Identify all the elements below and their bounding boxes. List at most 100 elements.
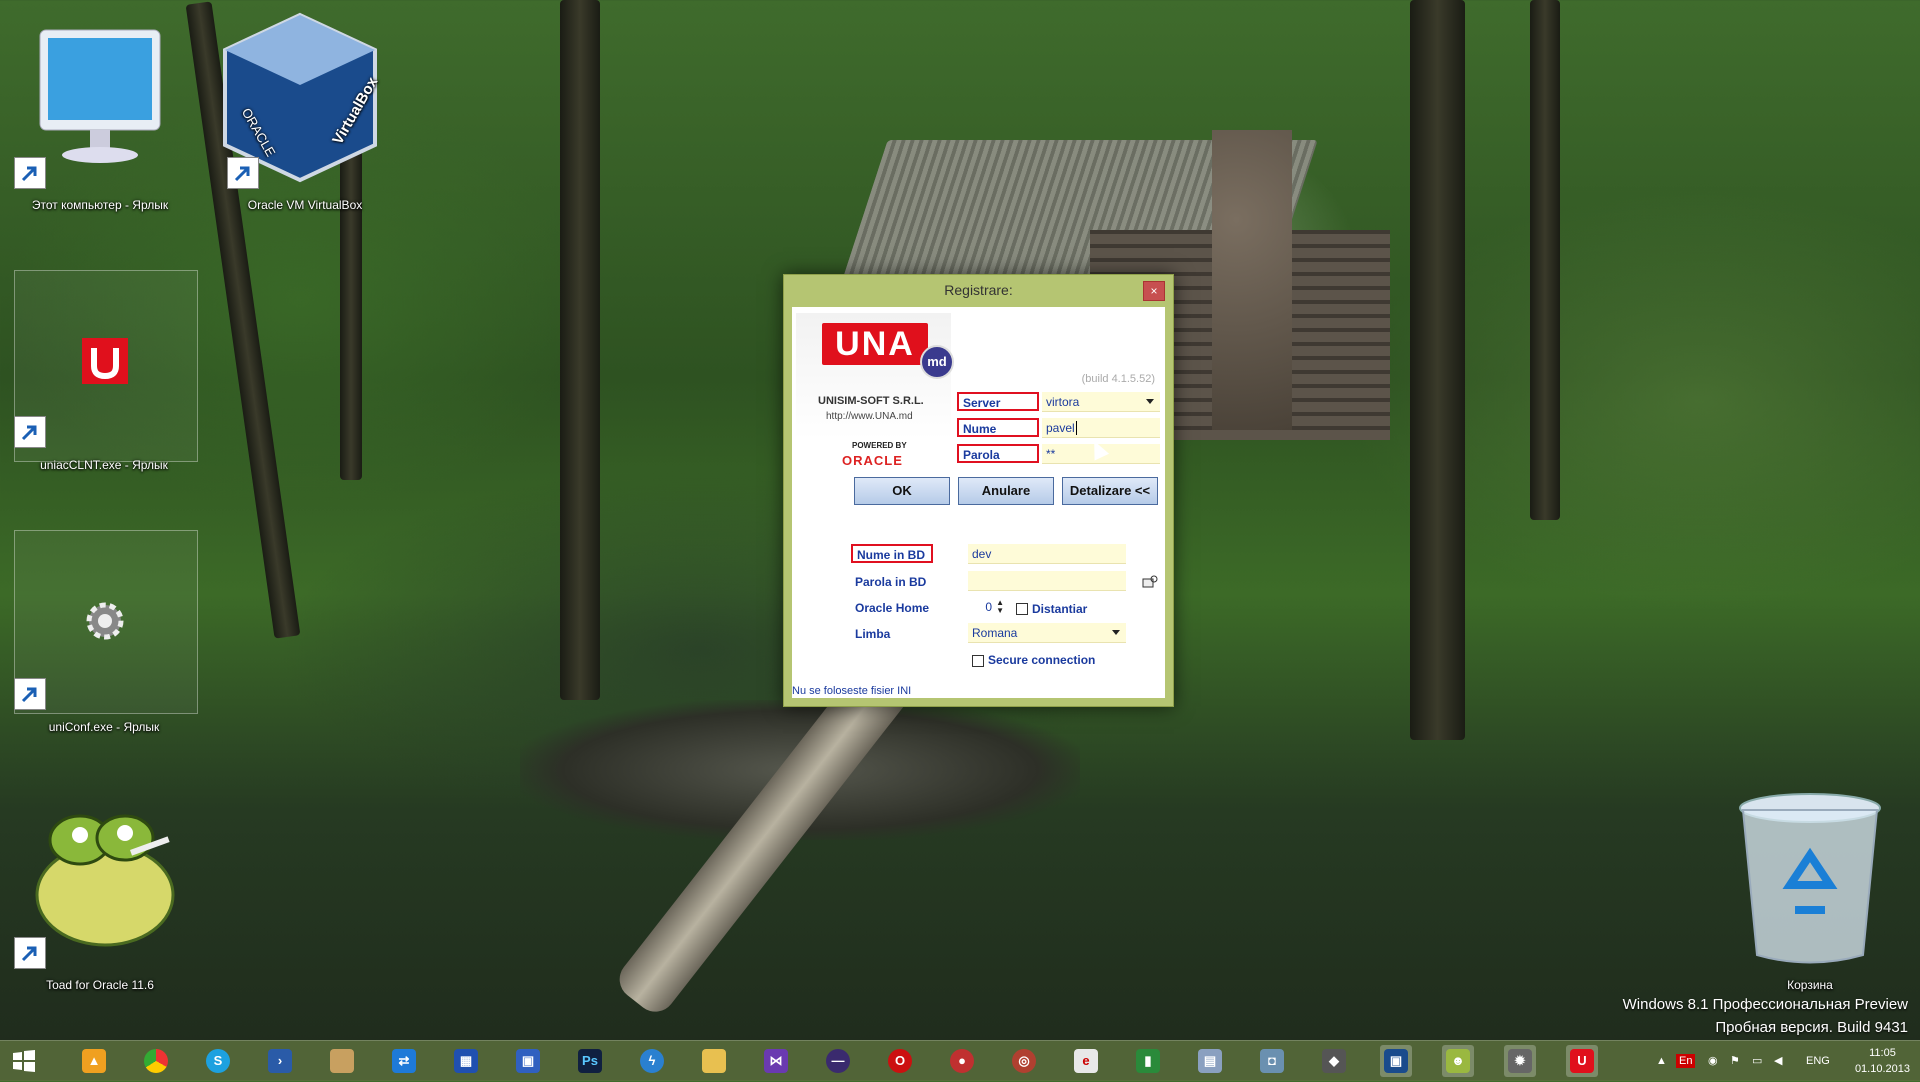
- taskbar-app-uniconf[interactable]: ✹: [1504, 1045, 1536, 1077]
- tree-trunk: [560, 0, 600, 700]
- tree-trunk: [1530, 0, 1560, 520]
- taskbar: ▲ S › ⇄ ▦ ▣ Ps ϟ ⋈ — O ● ◎ e ▮ ▤ ◘ ◆ ▣ ☻…: [0, 1040, 1920, 1081]
- taskbar-app-avast[interactable]: ▲: [78, 1045, 110, 1077]
- lightning-icon: ϟ: [640, 1049, 664, 1073]
- tray-flag-icon[interactable]: ⚑: [1730, 1041, 1740, 1081]
- desktop-icon-toad[interactable]: Toad for Oracle 11.6: [10, 800, 190, 995]
- windows-logo-icon: [13, 1050, 35, 1072]
- language-label: Limba: [855, 627, 891, 641]
- cancel-button[interactable]: Anulare: [958, 477, 1054, 505]
- oracle-home-value: 0: [985, 600, 992, 614]
- start-button[interactable]: [8, 1045, 40, 1077]
- db-name-label: Nume in BD: [851, 544, 933, 563]
- green-tool-icon: ▮: [1136, 1049, 1160, 1073]
- db-name-input[interactable]: dev: [968, 544, 1126, 564]
- desktop-icon-virtualbox[interactable]: ORACLE VirtualBox Oracle VM VirtualBox: [215, 5, 395, 215]
- desktop-icon-uniconf[interactable]: uniConf.exe - Ярлык: [14, 530, 194, 740]
- close-button[interactable]: ×: [1143, 281, 1165, 301]
- secure-connection-checkbox[interactable]: [972, 655, 984, 667]
- md-badge: md: [920, 345, 954, 379]
- tray-monitor-icon[interactable]: ▭: [1752, 1041, 1762, 1081]
- server-label: Server: [957, 392, 1039, 411]
- taskbar-app-flash[interactable]: ϟ: [636, 1045, 668, 1077]
- shortcut-arrow-icon: [227, 157, 259, 189]
- desktop-icon-label: Oracle VM VirtualBox: [247, 198, 363, 212]
- db-password-input[interactable]: [968, 571, 1126, 591]
- desktop-icon-label: Toad for Oracle 11.6: [46, 978, 154, 992]
- desktop-icon-label: uniacCLNT.exe - Ярлык: [40, 458, 168, 472]
- remote-checkbox[interactable]: [1016, 603, 1028, 615]
- taskbar-app-installer[interactable]: [326, 1045, 358, 1077]
- desktop-icon-this-pc[interactable]: Этот компьютер - Ярлык: [10, 20, 190, 212]
- taskbar-app-box[interactable]: ◆: [1318, 1045, 1350, 1077]
- spinner-arrows-icon: ▲ ▼: [996, 598, 1004, 615]
- media-icon: ●: [950, 1049, 974, 1073]
- desktop-icon-uniacclnt[interactable]: uniacCLNT.exe - Ярлык: [14, 270, 194, 480]
- tray-language[interactable]: ENG: [1806, 1041, 1830, 1081]
- server-value: virtora: [1046, 395, 1080, 409]
- taskbar-app-explorer[interactable]: [698, 1045, 730, 1077]
- taskbar-app-editor[interactable]: e: [1070, 1045, 1102, 1077]
- taskbar-app-toad[interactable]: ☻: [1442, 1045, 1474, 1077]
- taskbar-app-teamviewer[interactable]: ⇄: [388, 1045, 420, 1077]
- warning-app-icon: ▲: [82, 1049, 106, 1073]
- photoshop-icon: Ps: [578, 1049, 602, 1073]
- box-icon: ◆: [1322, 1049, 1346, 1073]
- calculator-icon: ▦: [454, 1049, 478, 1073]
- network-icon: ◎: [1012, 1049, 1036, 1073]
- build-version: (build 4.1.5.52): [1081, 373, 1155, 385]
- folder-icon: [702, 1049, 726, 1073]
- powered-by: POWERED BY: [852, 441, 907, 450]
- logo-area: UNA md UNISIM-SOFT S.R.L. http://www.UNA…: [796, 313, 954, 493]
- taskbar-app-skype[interactable]: S: [202, 1045, 234, 1077]
- taskbar-app-green-tool[interactable]: ▮: [1132, 1045, 1164, 1077]
- taskbar-app-network[interactable]: ◎: [1008, 1045, 1040, 1077]
- name-input[interactable]: pavel: [1042, 418, 1160, 438]
- taskbar-app-calculator[interactable]: ▦: [450, 1045, 482, 1077]
- desktop-icon-recycle-bin[interactable]: Корзина: [1720, 790, 1900, 992]
- details-button[interactable]: Detalizare <<: [1062, 477, 1158, 505]
- windows-watermark-line2: Пробная версия. Build 9431: [1715, 1019, 1908, 1036]
- editor-icon: e: [1074, 1049, 1098, 1073]
- key-icon[interactable]: [1142, 575, 1158, 589]
- clock-time: 11:05: [1869, 1047, 1896, 1059]
- language-select[interactable]: Romana: [968, 623, 1126, 643]
- taskbar-app-opera[interactable]: O: [884, 1045, 916, 1077]
- tray-show-hidden-icon[interactable]: ▲: [1656, 1041, 1667, 1081]
- oracle-home-label: Oracle Home: [855, 601, 930, 615]
- taskbar-app-virtualbox[interactable]: ▣: [1380, 1045, 1412, 1077]
- tray-volume-icon[interactable]: ◀: [1774, 1041, 1782, 1081]
- clock[interactable]: 11:05 01.10.2013: [1855, 1045, 1910, 1077]
- visual-studio-icon: ⋈: [764, 1049, 788, 1073]
- device-icon: ▤: [1198, 1049, 1222, 1073]
- taskbar-app-eclipse[interactable]: —: [822, 1045, 854, 1077]
- skype-icon: S: [206, 1049, 230, 1073]
- name-label: Nume: [957, 418, 1039, 437]
- remote-label: Distantiar: [1032, 602, 1088, 616]
- taskbar-app-photoshop[interactable]: Ps: [574, 1045, 606, 1077]
- clock-date: 01.10.2013: [1854, 1063, 1910, 1075]
- installer-icon: [330, 1049, 354, 1073]
- taskbar-app-camera[interactable]: ◘: [1256, 1045, 1288, 1077]
- shortcut-arrow-icon: [14, 937, 46, 969]
- taskbar-app-save[interactable]: ▣: [512, 1045, 544, 1077]
- cabin-chimney: [1212, 130, 1292, 430]
- language-value: Romana: [972, 626, 1018, 640]
- server-select[interactable]: virtora: [1042, 392, 1160, 412]
- taskbar-app-device-manager[interactable]: ▤: [1194, 1045, 1226, 1077]
- powershell-icon: ›: [268, 1049, 292, 1073]
- tray-network-icon[interactable]: ◉: [1708, 1041, 1718, 1081]
- recycle-bin-icon: [1739, 793, 1881, 964]
- taskbar-app-media[interactable]: ●: [946, 1045, 978, 1077]
- toad-icon: ☻: [1446, 1049, 1470, 1073]
- taskbar-app-visual-studio[interactable]: ⋈: [760, 1045, 792, 1077]
- oracle-home-spinner[interactable]: 0 ▲ ▼: [968, 597, 1006, 617]
- taskbar-app-una[interactable]: U: [1566, 1045, 1598, 1077]
- ok-button[interactable]: OK: [854, 477, 950, 505]
- shortcut-arrow-icon: [14, 678, 46, 710]
- una-app-icon: U: [1570, 1049, 1594, 1073]
- tray-language-badge[interactable]: En: [1676, 1041, 1696, 1081]
- taskbar-app-powershell[interactable]: ›: [264, 1045, 296, 1077]
- una-app-icon: [82, 338, 128, 384]
- taskbar-app-chrome[interactable]: [140, 1045, 172, 1077]
